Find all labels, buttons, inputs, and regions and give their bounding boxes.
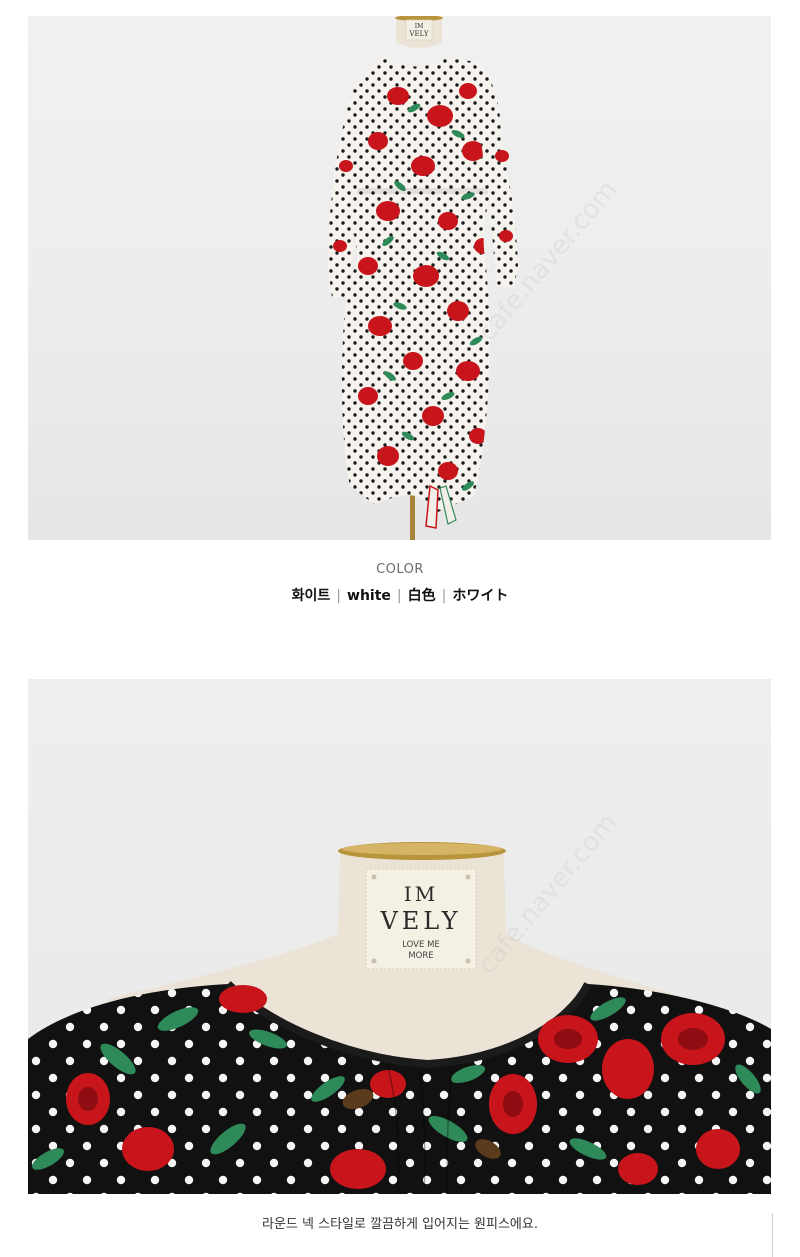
product-photo-full-dress: IM VELY cafe.naver.com <box>28 16 771 540</box>
divider <box>772 1213 773 1257</box>
color-separator: | <box>396 588 402 604</box>
product-photo-neckline-closeup: IM VELY LOVE ME MORE cafe.naver.com <box>28 679 771 1194</box>
color-separator: | <box>441 588 447 604</box>
brand-label-vely: VELY <box>409 30 429 38</box>
color-separator: | <box>336 588 342 604</box>
brand-label-vely: VELY <box>379 907 461 935</box>
color-name-chinese: 白色 <box>407 588 436 604</box>
color-name-english: white <box>347 588 391 604</box>
color-name-korean: 화이트 <box>291 588 331 604</box>
color-heading: COLOR <box>376 562 424 577</box>
color-names: 화이트 | white | 白色 | ホワイト <box>0 585 800 605</box>
white-floral-dress-illustration: IM VELY <box>328 16 518 540</box>
brand-label-love-me: LOVE ME <box>402 940 440 950</box>
brand-label-more: MORE <box>408 951 433 961</box>
color-name-japanese: ホワイト <box>452 588 509 604</box>
brand-label-im: IM <box>415 23 424 30</box>
product-description: 라운드 넥 스타일로 깔끔하게 입어지는 원피스에요. <box>262 1217 538 1232</box>
brand-label-im: IM <box>404 882 438 906</box>
neckline-closeup-illustration: IM VELY LOVE ME MORE <box>28 842 771 1194</box>
